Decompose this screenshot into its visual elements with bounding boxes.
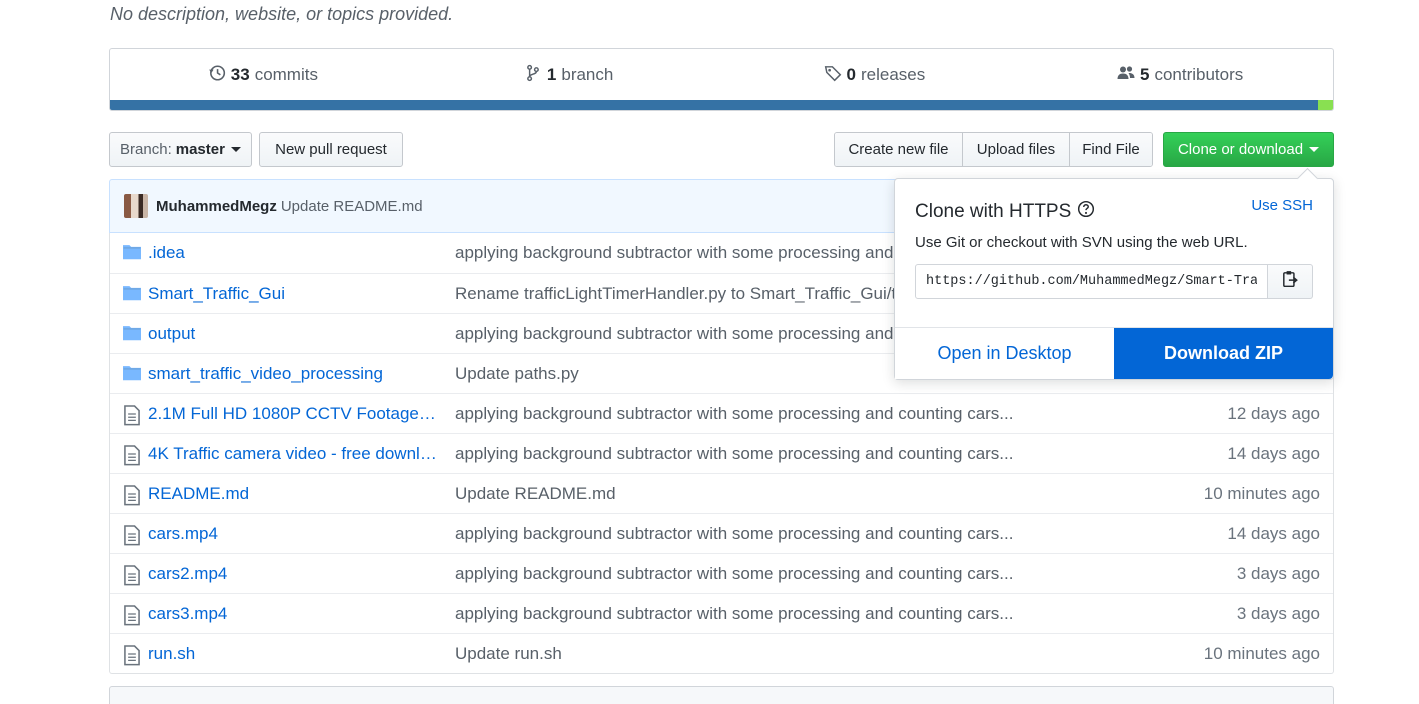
file-icon — [123, 445, 141, 466]
branches-link[interactable]: 1 branch — [416, 64, 722, 87]
file-name-link[interactable]: cars2.mp4 — [148, 564, 440, 584]
releases-label: releases — [860, 65, 926, 84]
file-icon — [123, 565, 141, 586]
file-age: 14 days ago — [1227, 523, 1320, 543]
file-row: 4K Traffic camera video - free download.… — [110, 433, 1333, 473]
file-name-link[interactable]: Smart_Traffic_Gui — [148, 284, 440, 304]
tag-icon — [824, 64, 842, 87]
language-python — [110, 100, 1318, 110]
releases-count: 0 — [846, 65, 856, 84]
question-icon[interactable] — [1077, 200, 1095, 224]
file-name-link[interactable]: run.sh — [148, 644, 440, 664]
folder-icon — [123, 365, 141, 383]
file-commit-message[interactable]: Update README.md — [455, 484, 1055, 504]
file-commit-message[interactable]: applying background subtractor with some… — [455, 524, 1055, 544]
caret-down-icon — [230, 147, 241, 152]
file-commit-message[interactable]: applying background subtractor with some… — [455, 444, 1055, 464]
file-actions-group: Create new file Upload files Find File — [834, 132, 1153, 167]
commit-message[interactable]: Update README.md — [281, 198, 423, 215]
file-commit-message[interactable]: applying background subtractor with some… — [455, 404, 1055, 424]
branch-prefix: Branch: — [120, 141, 172, 158]
file-name-link[interactable]: cars3.mp4 — [148, 604, 440, 624]
releases-link[interactable]: 0 releases — [722, 64, 1028, 87]
file-icon — [123, 485, 141, 506]
clipboard-icon — [1281, 270, 1299, 293]
clone-popover-title: Clone with HTTPS — [915, 200, 1095, 224]
file-icon — [123, 645, 141, 666]
file-name-link[interactable]: 4K Traffic camera video - free download.… — [148, 444, 440, 464]
caret-down-icon — [1309, 147, 1320, 152]
file-name-link[interactable]: README.md — [148, 484, 440, 504]
git-branch-icon — [524, 64, 542, 87]
file-name-link[interactable]: .idea — [148, 243, 440, 263]
commits-link[interactable]: 33 commits — [110, 64, 416, 87]
file-row: 2.1M Full HD 1080P CCTV Footage.mp4 apply… — [110, 393, 1333, 433]
folder-icon — [123, 325, 141, 343]
readme-header — [109, 686, 1334, 704]
file-row: cars2.mp4 applying background subtractor … — [110, 553, 1333, 593]
file-icon — [123, 605, 141, 626]
repo-summary: 33 commits 1 branch 0 releases 5 contrib… — [109, 48, 1334, 111]
commit-author[interactable]: MuhammedMegz — [156, 198, 277, 215]
upload-files-button[interactable]: Upload files — [963, 133, 1070, 166]
language-shell — [1318, 100, 1333, 110]
file-row: run.sh Update run.sh 10 minutes ago — [110, 633, 1333, 673]
clone-popover: Clone with HTTPS Use SSH Use Git or chec… — [894, 178, 1334, 380]
contributors-link[interactable]: 5 contributors — [1027, 64, 1333, 87]
clone-url-input[interactable] — [915, 264, 1268, 299]
people-icon — [1117, 64, 1135, 87]
clone-or-download-label: Clone or download — [1177, 141, 1304, 158]
find-file-button[interactable]: Find File — [1070, 133, 1152, 166]
file-age: 3 days ago — [1236, 603, 1320, 623]
download-zip-button[interactable]: Download ZIP — [1114, 328, 1333, 379]
file-age: 10 minutes ago — [1203, 643, 1320, 663]
create-new-file-button[interactable]: Create new file — [835, 133, 963, 166]
clone-popover-title-text: Clone with HTTPS — [915, 201, 1072, 222]
new-pull-request-button[interactable]: New pull request — [259, 132, 403, 167]
use-ssh-link[interactable]: Use SSH — [1251, 197, 1313, 214]
file-commit-message[interactable]: applying background subtractor with some… — [455, 564, 1055, 584]
folder-icon — [123, 244, 141, 262]
file-commit-message[interactable]: applying background subtractor with some… — [455, 604, 1055, 624]
file-commit-message[interactable]: Update run.sh — [455, 644, 1055, 664]
branch-select-button[interactable]: Branch: master — [109, 132, 252, 167]
file-row: cars3.mp4 applying background subtractor … — [110, 593, 1333, 633]
file-name-link[interactable]: smart_traffic_video_processing — [148, 364, 440, 384]
clone-help-text: Use Git or checkout with SVN using the w… — [915, 234, 1248, 251]
clone-actions: Open in Desktop Download ZIP — [895, 327, 1333, 379]
commits-label: commits — [254, 65, 318, 84]
file-row: cars.mp4 applying background subtractor w… — [110, 513, 1333, 553]
file-name-link[interactable]: 2.1M Full HD 1080P CCTV Footage.mp4 — [148, 404, 440, 424]
clone-url-group — [915, 264, 1313, 299]
file-name-link[interactable]: cars.mp4 — [148, 524, 440, 544]
file-icon — [123, 525, 141, 546]
commits-count: 33 — [230, 65, 250, 84]
branch-value: master — [175, 141, 225, 158]
clone-or-download-button[interactable]: Clone or download — [1163, 132, 1334, 167]
history-icon — [208, 64, 226, 87]
branches-count: 1 — [546, 65, 557, 84]
copy-url-button[interactable] — [1268, 264, 1313, 299]
file-icon — [123, 405, 141, 426]
contributors-label: contributors — [1154, 65, 1244, 84]
file-age: 3 days ago — [1236, 563, 1320, 583]
branches-label: branch — [561, 65, 614, 84]
repo-description: No description, website, or topics provi… — [110, 4, 454, 24]
file-age: 12 days ago — [1227, 403, 1320, 423]
open-in-desktop-button[interactable]: Open in Desktop — [895, 328, 1114, 379]
file-age: 10 minutes ago — [1203, 483, 1320, 503]
file-name-link[interactable]: output — [148, 324, 440, 344]
language-bar[interactable] — [110, 100, 1333, 110]
folder-icon — [123, 285, 141, 303]
file-age: 14 days ago — [1227, 443, 1320, 463]
avatar[interactable] — [124, 194, 148, 218]
file-row: README.md Update README.md 10 minutes ago — [110, 473, 1333, 513]
contributors-count: 5 — [1139, 65, 1150, 84]
